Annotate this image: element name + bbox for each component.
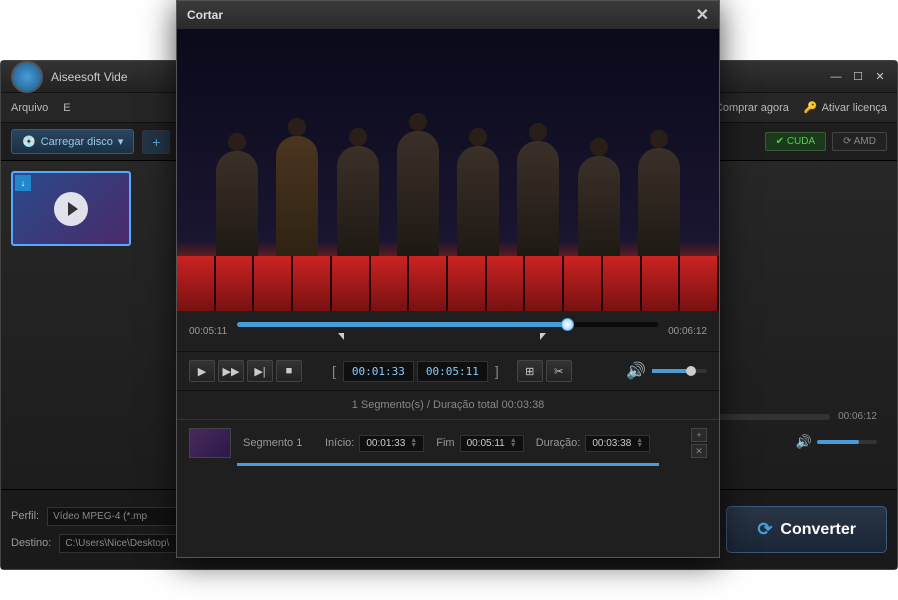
timeline-track[interactable] [237, 317, 658, 345]
key-icon: 🔑 [804, 102, 818, 114]
segment-name: Segmento 1 [243, 437, 313, 449]
menu-e[interactable]: E [63, 102, 70, 114]
dialog-titlebar: Cortar ✕ [177, 1, 719, 29]
video-preview[interactable] [177, 29, 719, 311]
cut-button[interactable]: ✂ [546, 360, 572, 382]
menu-arquivo[interactable]: Arquivo [11, 102, 48, 114]
perfil-label: Perfil: [11, 510, 39, 522]
trim-in-marker[interactable] [338, 333, 344, 340]
segment-range-bar [237, 463, 659, 466]
play-button[interactable]: ▶ [189, 360, 215, 382]
destino-label: Destino: [11, 537, 51, 549]
add-button[interactable]: + [142, 130, 170, 154]
dialog-close-button[interactable]: ✕ [696, 5, 709, 25]
volume-slider[interactable] [817, 440, 877, 444]
inicio-label: Início: [325, 437, 354, 449]
trim-dialog: Cortar ✕ 00:05:11 00:06:12 ▶ ▶▶ ▶| ■ [ 0… [176, 0, 720, 558]
minimize-button[interactable]: — [829, 70, 843, 84]
dialog-title: Cortar [187, 8, 223, 22]
app-logo-icon [11, 61, 43, 93]
amd-badge: ⟳ AMD [832, 132, 887, 151]
fim-spinner[interactable]: 00:05:11▲▼ [460, 435, 524, 452]
volume-icon[interactable]: 🔊 [796, 434, 812, 450]
duracao-spinner[interactable]: 00:03:38▲▼ [585, 435, 650, 452]
bracket-out-icon[interactable]: ] [491, 363, 503, 379]
disc-icon: 💿 [22, 135, 36, 148]
segment-thumbnail [189, 428, 231, 458]
inicio-spinner[interactable]: 00:01:33▲▼ [359, 435, 424, 452]
bracket-in-icon[interactable]: [ [328, 363, 340, 379]
close-button[interactable]: ✕ [873, 70, 887, 84]
playback-controls: ▶ ▶▶ ▶| ■ [ 00:01:33 00:05:11 ] ⊞ ✂ 🔊 [177, 351, 719, 391]
maximize-button[interactable]: ☐ [851, 70, 865, 84]
media-thumbnail[interactable]: ↓ [11, 171, 131, 246]
chevron-down-icon: ▾ [118, 135, 124, 148]
activate-link[interactable]: 🔑Ativar licença [804, 101, 887, 114]
stop-button[interactable]: ■ [276, 360, 302, 382]
segment-remove-button[interactable]: ✕ [691, 444, 707, 458]
trim-out-marker[interactable] [540, 333, 546, 340]
refresh-icon: ⟳ [757, 519, 772, 540]
timeline-end-label: 00:06:12 [668, 326, 707, 337]
segment-row[interactable]: Segmento 1 Início: 00:01:33▲▼ Fim 00:05:… [177, 420, 719, 466]
convert-button[interactable]: ⟳Converter [726, 506, 887, 553]
time-out-field[interactable]: 00:05:11 [417, 361, 488, 382]
timeline-start-label: 00:05:11 [189, 326, 227, 337]
fim-label: Fim [436, 437, 454, 449]
playhead-handle[interactable] [561, 318, 574, 331]
perfil-input[interactable] [47, 507, 187, 526]
next-frame-button[interactable]: ▶| [247, 360, 273, 382]
segment-summary: 1 Segmento(s) / Duração total 00:03:38 [177, 391, 719, 420]
duracao-label: Duração: [536, 437, 581, 449]
segment-add-button[interactable]: + [691, 428, 707, 442]
timeline: 00:05:11 00:06:12 [177, 311, 719, 351]
fastforward-button[interactable]: ▶▶ [218, 360, 244, 382]
preview-time-total: 00:06:12 [838, 411, 877, 422]
split-button[interactable]: ⊞ [517, 360, 543, 382]
cuda-badge: ✔ CUDA [765, 132, 827, 151]
play-overlay-icon [68, 202, 78, 216]
download-tag-icon: ↓ [15, 175, 31, 191]
load-disc-button[interactable]: 💿Carregar disco▾ [11, 129, 134, 154]
mute-button[interactable]: 🔊 [626, 361, 646, 381]
volume-slider[interactable] [652, 369, 707, 373]
time-in-field[interactable]: 00:01:33 [343, 361, 414, 382]
